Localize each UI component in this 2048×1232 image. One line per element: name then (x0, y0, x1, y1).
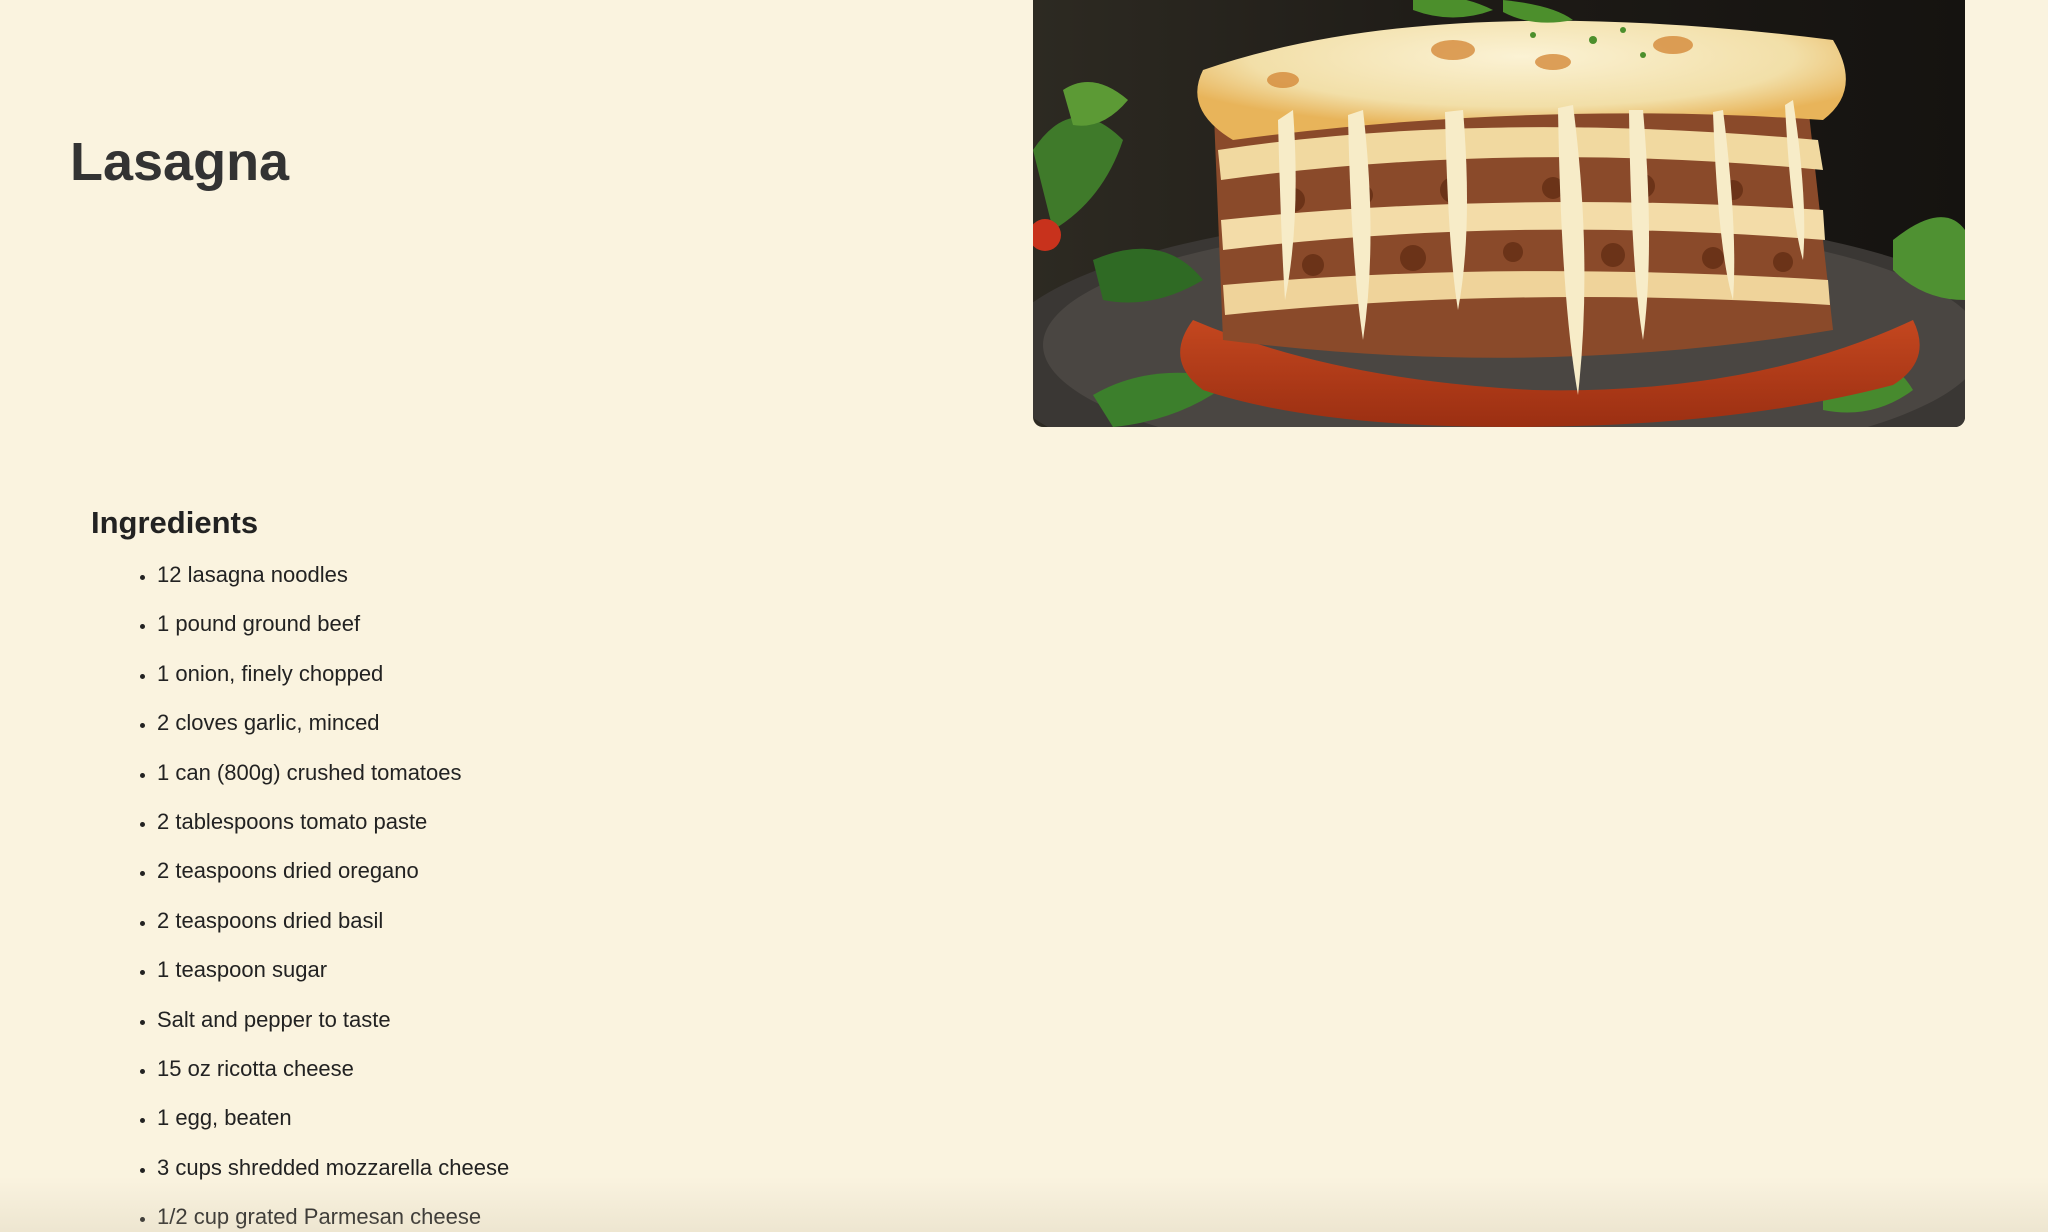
ingredient-item: 1 pound ground beef (157, 605, 509, 654)
ingredient-item: 2 tablespoons tomato paste (157, 803, 509, 852)
ingredient-item: 2 cloves garlic, minced (157, 704, 509, 753)
ingredient-item: 1 onion, finely chopped (157, 655, 509, 704)
recipe-page: Lasagna Ingredients • 12 lasagna noodles… (0, 0, 2048, 1232)
ingredient-item: 1 can (800g) crushed tomatoes (157, 754, 509, 803)
ingredient-item: 3 cups shredded mozzarella cheese (157, 1149, 509, 1198)
ingredient-item: 2 teaspoons dried basil (157, 902, 509, 951)
ingredient-item: 1 teaspoon sugar (157, 951, 509, 1000)
lasagna-photo (1033, 0, 1965, 427)
ingredient-item: 15 oz ricotta cheese (157, 1050, 509, 1099)
ingredient-item: 1 egg, beaten (157, 1099, 509, 1148)
ingredient-item: 2 teaspoons dried oregano (157, 852, 509, 901)
ingredient-item: 12 lasagna noodles (157, 556, 509, 605)
recipe-title: Lasagna (70, 132, 290, 192)
ingredient-item: 1/2 cup grated Parmesan cheese (157, 1198, 509, 1232)
ingredient-list: 12 lasagna noodles 1 pound ground beef 1… (91, 556, 509, 1232)
ingredients-heading: Ingredients (91, 505, 259, 540)
ingredient-item: Salt and pepper to taste (157, 1001, 509, 1050)
